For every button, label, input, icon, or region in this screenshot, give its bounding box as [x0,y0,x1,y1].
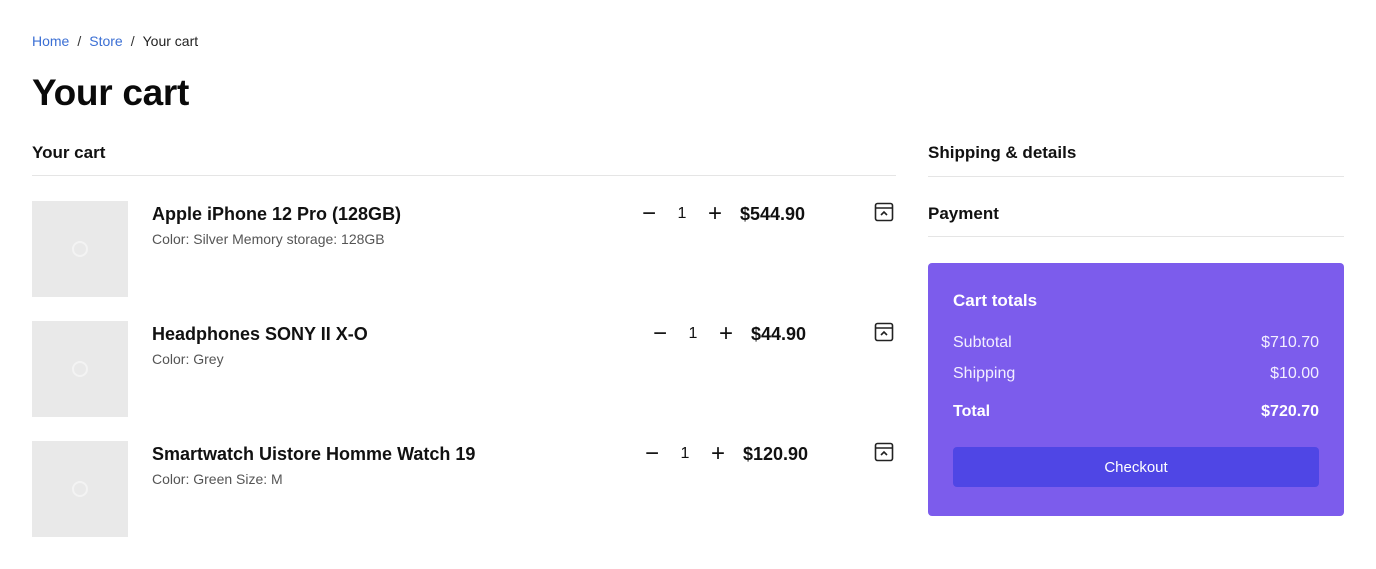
quantity-value: 1 [688,325,698,342]
total-label: Total [953,403,991,420]
image-placeholder-icon [72,361,88,377]
remove-item-button[interactable] [874,442,894,462]
quantity-value: 1 [680,445,690,462]
quantity-stepper: − 1 + $44.90 [649,321,806,347]
quantity-value: 1 [677,205,687,222]
item-price: $44.90 [751,323,807,344]
remove-item-button[interactable] [874,322,894,342]
breadcrumb-separator: / [130,33,135,49]
increase-quantity-button[interactable]: + [707,442,729,466]
page-title: Your cart [32,72,189,113]
cart-heading: Your cart [32,142,896,176]
breadcrumb: Home / Store / Your cart [32,33,198,49]
checkout-button[interactable]: Checkout [953,447,1319,487]
subtotal-value: $710.70 [1261,334,1319,351]
decrease-quantity-button[interactable]: − [638,202,660,226]
decrease-quantity-button[interactable]: − [649,322,671,346]
breadcrumb-home-link[interactable]: Home [32,33,69,49]
cart-section: Your cart Apple iPhone 12 Pro (128GB) Co… [32,142,896,537]
cart-totals-title: Cart totals [953,291,1038,310]
product-thumbnail[interactable] [32,321,128,417]
increase-quantity-button[interactable]: + [704,202,726,226]
shipping-row: Shipping $10.00 [953,365,1319,383]
product-options: Color: Green Size: M [152,471,283,487]
shipping-details-heading[interactable]: Shipping & details [928,142,1344,177]
product-name[interactable]: Headphones SONY II X-O [152,324,368,345]
archive-remove-icon [874,202,894,222]
breadcrumb-current: Your cart [142,33,199,49]
cart-totals-card: Cart totals Subtotal $710.70 Shipping $1… [928,263,1344,516]
product-options: Color: Grey [152,351,224,367]
product-name[interactable]: Smartwatch Uistore Homme Watch 19 [152,444,475,465]
quantity-stepper: − 1 + $544.90 [638,201,805,227]
payment-heading[interactable]: Payment [928,203,1344,237]
breadcrumb-separator: / [77,33,82,49]
cart-item: Smartwatch Uistore Homme Watch 19 Color:… [32,441,896,537]
decrease-quantity-button[interactable]: − [641,442,663,466]
total-row: Total $720.70 [953,403,1319,421]
total-value: $720.70 [1261,403,1319,420]
archive-remove-icon [874,322,894,342]
archive-remove-icon [874,442,894,462]
product-options: Color: Silver Memory storage: 128GB [152,231,385,247]
cart-item: Headphones SONY II X-O Color: Grey − 1 +… [32,321,896,417]
shipping-label: Shipping [953,365,1016,382]
checkout-sidebar: Shipping & details Payment [928,142,1344,237]
breadcrumb-store-link[interactable]: Store [89,33,122,49]
item-price: $544.90 [740,203,806,224]
image-placeholder-icon [72,241,88,257]
product-name[interactable]: Apple iPhone 12 Pro (128GB) [152,204,401,225]
product-thumbnail[interactable] [32,441,128,537]
subtotal-row: Subtotal $710.70 [953,334,1319,352]
remove-item-button[interactable] [874,202,894,222]
subtotal-label: Subtotal [953,334,1012,351]
image-placeholder-icon [72,481,88,497]
quantity-stepper: − 1 + $120.90 [641,441,808,467]
item-price: $120.90 [743,443,809,464]
increase-quantity-button[interactable]: + [715,322,737,346]
product-thumbnail[interactable] [32,201,128,297]
cart-item: Apple iPhone 12 Pro (128GB) Color: Silve… [32,201,896,297]
shipping-value: $10.00 [1270,365,1319,382]
